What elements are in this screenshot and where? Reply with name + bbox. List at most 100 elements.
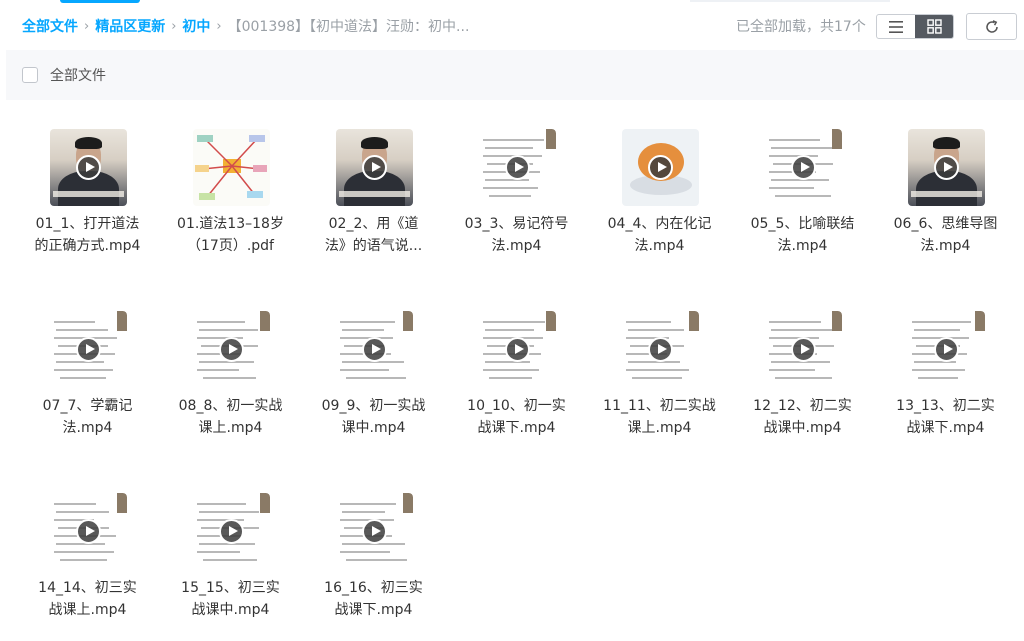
breadcrumb-link-junior[interactable]: 初中 [182, 16, 210, 36]
file-name-line: 战课中.mp4 [191, 602, 270, 618]
file-thumbnail[interactable] [50, 311, 127, 388]
grid-view-button[interactable] [915, 15, 953, 38]
file-name[interactable]: 02_2、用《道 法》的语气说... [302, 213, 445, 257]
play-icon[interactable] [791, 155, 816, 180]
file-thumbnail[interactable] [50, 493, 127, 570]
play-icon[interactable] [505, 155, 530, 180]
file-name[interactable]: 09_9、初一实战 课中.mp4 [302, 395, 445, 439]
file-tile[interactable]: 08_8、初一实战 课上.mp4 [159, 295, 302, 465]
file-tile[interactable]: 07_7、学霸记 法.mp4 [16, 295, 159, 465]
play-icon[interactable] [362, 155, 387, 180]
file-name[interactable]: 07_7、学霸记 法.mp4 [16, 395, 159, 439]
file-name-line: 09_9、初一实战 [321, 398, 426, 414]
file-name[interactable]: 03_3、易记符号 法.mp4 [445, 213, 588, 257]
file-tile[interactable]: 15_15、初三实 战课中.mp4 [159, 477, 302, 641]
play-icon[interactable] [362, 337, 387, 362]
play-icon[interactable] [76, 337, 101, 362]
play-icon[interactable] [362, 519, 387, 544]
file-name[interactable]: 16_16、初三实 战课下.mp4 [302, 577, 445, 621]
file-thumbnail[interactable] [765, 311, 842, 388]
file-thumbnail[interactable] [479, 129, 556, 206]
play-icon[interactable] [934, 337, 959, 362]
file-name[interactable]: 14_14、初三实 战课上.mp4 [16, 577, 159, 621]
file-thumbnail[interactable] [336, 311, 413, 388]
file-tile[interactable]: 13_13、初二实 战课下.mp4 [874, 295, 1017, 465]
file-name-line: （17页）.pdf [187, 238, 274, 254]
file-name-line: 战课中.mp4 [763, 420, 842, 436]
file-thumbnail[interactable] [193, 493, 270, 570]
file-thumbnail[interactable] [622, 129, 699, 206]
file-tile[interactable]: 01.道法13–18岁 （17页）.pdf [159, 113, 302, 283]
file-tile[interactable]: 05_5、比喻联结 法.mp4 [731, 113, 874, 283]
file-name-line: 08_8、初一实战 [178, 398, 283, 414]
file-name[interactable]: 04_4、内在化记 法.mp4 [588, 213, 731, 257]
file-thumbnail[interactable] [193, 311, 270, 388]
file-thumbnail[interactable] [908, 129, 985, 206]
file-name[interactable]: 01.道法13–18岁 （17页）.pdf [159, 213, 302, 257]
file-thumbnail[interactable] [50, 129, 127, 206]
select-all-checkbox[interactable] [22, 67, 38, 83]
play-icon[interactable] [219, 337, 244, 362]
play-icon[interactable] [648, 337, 673, 362]
file-tile[interactable]: 09_9、初一实战 课中.mp4 [302, 295, 445, 465]
file-name-line: 16_16、初三实 [324, 580, 423, 596]
breadcrumb-link-all-files[interactable]: 全部文件 [22, 16, 78, 36]
file-tile[interactable]: 04_4、内在化记 法.mp4 [588, 113, 731, 283]
play-icon[interactable] [219, 519, 244, 544]
play-icon[interactable] [934, 155, 959, 180]
file-thumbnail[interactable] [765, 129, 842, 206]
play-icon[interactable] [76, 155, 101, 180]
file-name[interactable]: 01_1、打开道法 的正确方式.mp4 [16, 213, 159, 257]
file-name[interactable]: 15_15、初三实 战课中.mp4 [159, 577, 302, 621]
file-name-line: 13_13、初二实 [896, 398, 995, 414]
play-icon[interactable] [76, 519, 101, 544]
divider [690, 0, 890, 2]
file-thumbnail[interactable] [193, 129, 270, 206]
file-name[interactable]: 12_12、初二实 战课中.mp4 [731, 395, 874, 439]
file-name-line: 课上.mp4 [627, 420, 692, 436]
file-tile[interactable]: 10_10、初一实 战课下.mp4 [445, 295, 588, 465]
file-name-line: 战课下.mp4 [334, 602, 413, 618]
file-thumbnail[interactable] [622, 311, 699, 388]
file-name-line: 法.mp4 [634, 238, 685, 254]
file-tile[interactable]: 03_3、易记符号 法.mp4 [445, 113, 588, 283]
file-tile[interactable]: 14_14、初三实 战课上.mp4 [16, 477, 159, 641]
file-name[interactable]: 10_10、初一实 战课下.mp4 [445, 395, 588, 439]
file-name[interactable]: 06_6、思维导图 法.mp4 [874, 213, 1017, 257]
file-tile[interactable]: 01_1、打开道法 的正确方式.mp4 [16, 113, 159, 283]
chevron-right-icon: › [216, 18, 222, 34]
file-tile[interactable]: 02_2、用《道 法》的语气说... [302, 113, 445, 283]
file-tile[interactable]: 06_6、思维导图 法.mp4 [874, 113, 1017, 283]
play-icon[interactable] [505, 337, 530, 362]
play-icon[interactable] [791, 337, 816, 362]
file-name-line: 11_11、初二实战 [603, 398, 716, 414]
grid-icon [926, 19, 942, 34]
file-tile[interactable]: 11_11、初二实战 课上.mp4 [588, 295, 731, 465]
file-name[interactable]: 08_8、初一实战 课上.mp4 [159, 395, 302, 439]
breadcrumb-link-premium[interactable]: 精品区更新 [95, 16, 165, 36]
file-name-line: 战课下.mp4 [477, 420, 556, 436]
file-name[interactable]: 11_11、初二实战 课上.mp4 [588, 395, 731, 439]
file-name-line: 战课下.mp4 [906, 420, 985, 436]
file-name-line: 01_1、打开道法 [35, 216, 140, 232]
file-name-line: 06_6、思维导图 [893, 216, 998, 232]
refresh-icon [985, 19, 998, 33]
file-name-line: 05_5、比喻联结 [750, 216, 855, 232]
file-name[interactable]: 13_13、初二实 战课下.mp4 [874, 395, 1017, 439]
file-thumbnail[interactable] [336, 493, 413, 570]
file-tile[interactable]: 16_16、初三实 战课下.mp4 [302, 477, 445, 641]
file-name-line: 课上.mp4 [198, 420, 263, 436]
file-name-line: 课中.mp4 [341, 420, 406, 436]
file-thumbnail[interactable] [336, 129, 413, 206]
file-name-line: 法.mp4 [777, 238, 828, 254]
list-view-button[interactable] [877, 15, 915, 38]
file-list-header: 全部文件 [6, 50, 1024, 100]
file-tile[interactable]: 12_12、初二实 战课中.mp4 [731, 295, 874, 465]
file-name[interactable]: 05_5、比喻联结 法.mp4 [731, 213, 874, 257]
file-name-line: 03_3、易记符号 [464, 216, 569, 232]
file-thumbnail[interactable] [908, 311, 985, 388]
refresh-button[interactable] [966, 13, 1017, 40]
file-thumbnail[interactable] [479, 311, 556, 388]
file-name-line: 01.道法13–18岁 [177, 216, 284, 232]
play-icon[interactable] [648, 155, 673, 180]
